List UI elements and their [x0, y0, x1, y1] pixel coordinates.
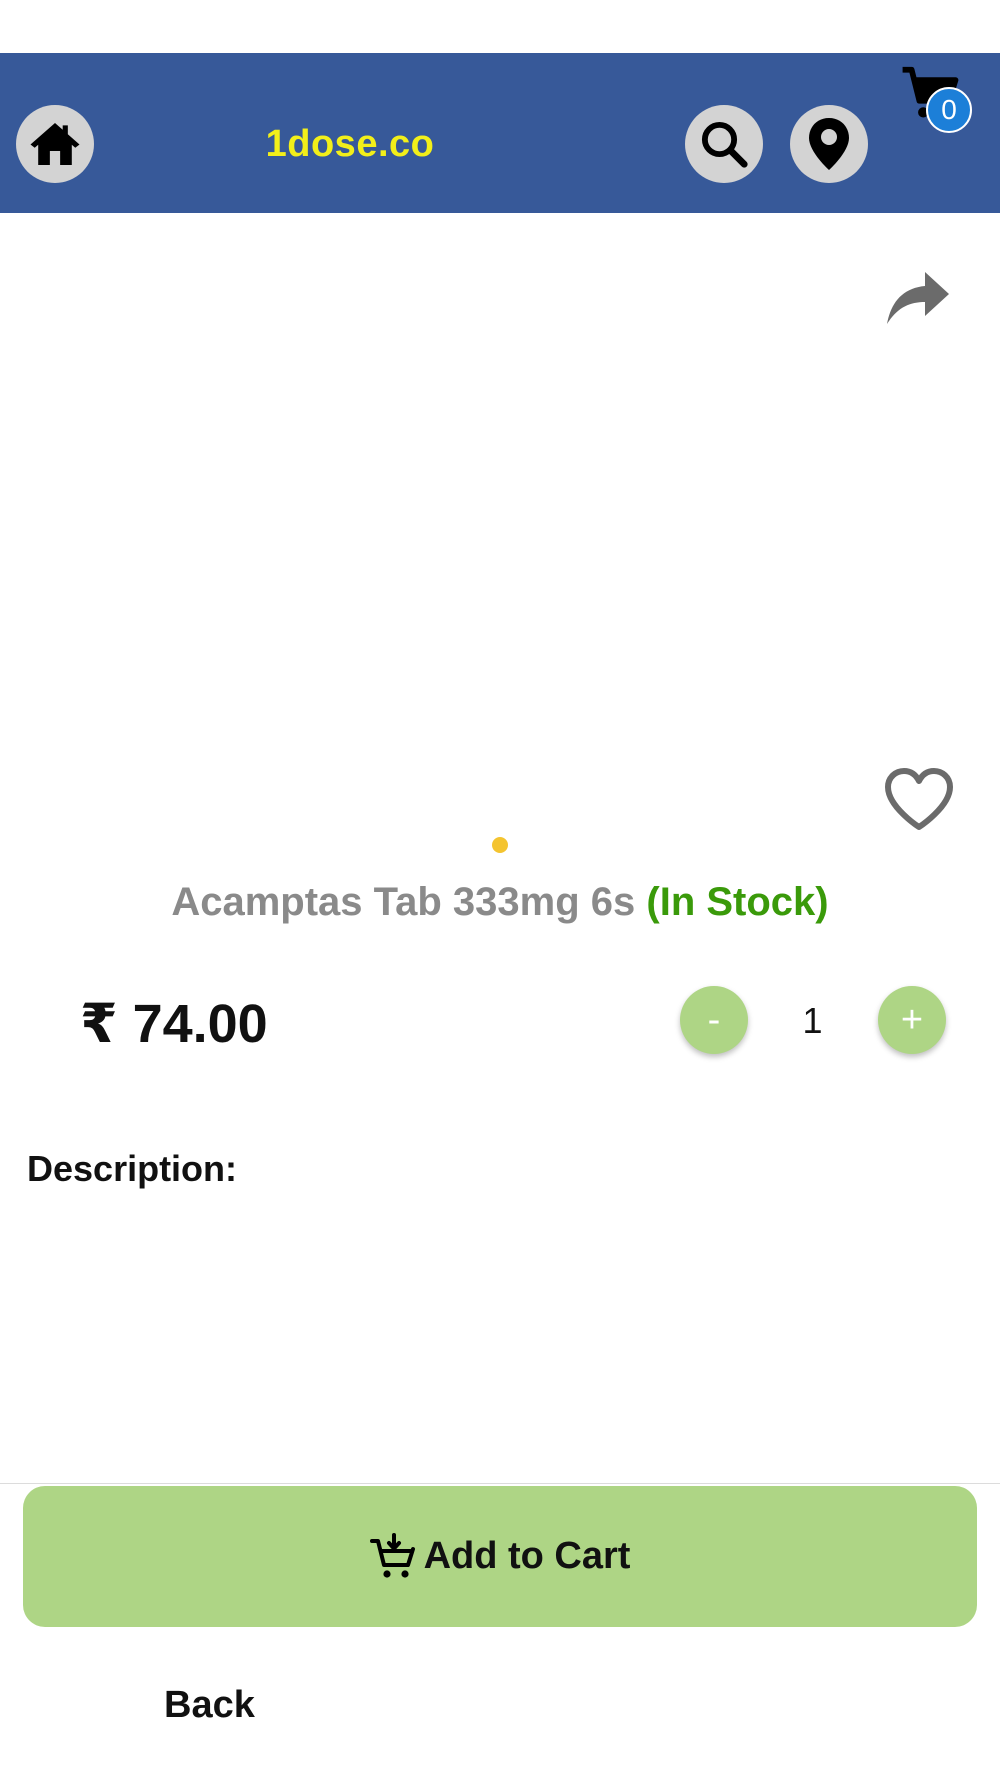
add-to-cart-label: Add to Cart: [423, 1535, 631, 1577]
search-icon: [701, 121, 748, 168]
description-label: Description:: [27, 1148, 238, 1189]
footer-divider: [0, 1483, 1000, 1484]
brand-title[interactable]: 1dose.co: [230, 123, 470, 166]
quantity-decrease-button[interactable]: -: [680, 986, 748, 1054]
app-header: 1dose.co: [0, 53, 1000, 213]
product-title: Acamptas Tab 333mg 6s (In Stock): [0, 880, 1000, 925]
cart-count-badge: 0: [926, 87, 972, 133]
share-button[interactable]: [885, 268, 953, 328]
product-name: Acamptas Tab 333mg 6s: [171, 880, 636, 924]
location-pin-icon: [809, 118, 849, 170]
quantity-increase-button[interactable]: +: [878, 986, 946, 1054]
cart-download-icon: [369, 1532, 415, 1578]
add-to-cart-button[interactable]: Add to Cart: [23, 1486, 977, 1627]
favorite-button[interactable]: [882, 765, 956, 833]
back-button[interactable]: Back: [164, 1684, 255, 1727]
location-button[interactable]: [790, 105, 868, 183]
home-icon: [30, 123, 80, 165]
share-icon: [887, 272, 949, 324]
home-button[interactable]: [16, 105, 94, 183]
product-price: ₹ 74.00: [80, 994, 268, 1054]
search-button[interactable]: [685, 105, 763, 183]
carousel-dot-active[interactable]: [492, 837, 508, 853]
stock-status: (In Stock): [646, 880, 829, 924]
quantity-value: 1: [802, 1000, 823, 1041]
heart-outline-icon: [885, 768, 953, 830]
